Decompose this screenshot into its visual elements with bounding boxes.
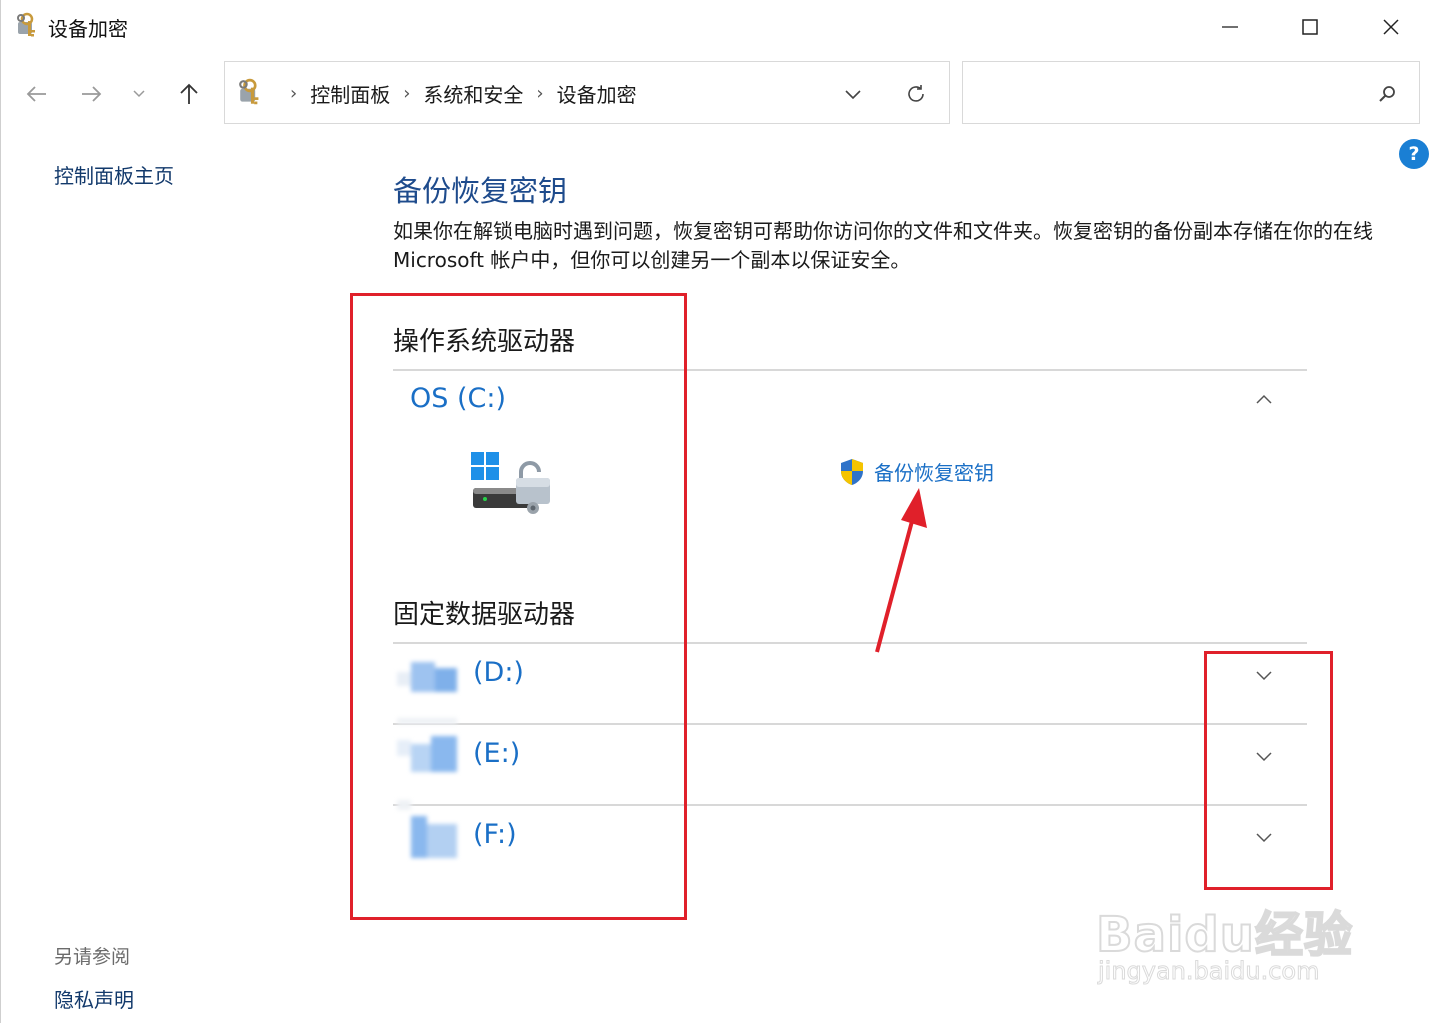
breadcrumb-system-security[interactable]: 系统和安全 [423,79,523,108]
minimize-icon [1222,26,1238,28]
watermark-logo: Baidu经验 [1095,906,1353,964]
page-title: 备份恢复密钥 [393,174,568,208]
close-icon [1383,19,1399,35]
watermark-url: jingyan.baidu.com [1097,957,1320,986]
sidebar-item-control-panel-home[interactable]: 控制面板主页 [54,160,174,189]
maximize-icon [1302,19,1318,35]
search-input[interactable] [962,61,1420,124]
breadcrumb-separator-icon[interactable]: › [403,83,410,104]
breadcrumb-separator-icon[interactable]: › [290,83,297,104]
address-history-button[interactable] [839,80,867,108]
up-button[interactable] [173,78,205,110]
title-bar: 设备加密 [1,0,1430,54]
window-title: 设备加密 [48,17,128,41]
breadcrumb-control-panel[interactable]: 控制面板 [310,79,390,108]
collapse-os-drive-button[interactable] [1251,387,1277,413]
forward-button[interactable] [75,78,107,110]
breadcrumb: › 控制面板 › 系统和安全 › 设备加密 [277,79,637,108]
bitlocker-keys-icon [17,12,35,37]
chevron-up-icon [1256,394,1272,404]
address-bar[interactable]: › 控制面板 › 系统和安全 › 设备加密 [224,61,950,124]
recent-locations-button[interactable] [123,78,155,110]
baidu-watermark: Baidu经验 jingyan.baidu.com [1095,895,1356,995]
search-icon[interactable] [1375,82,1399,106]
annotation-highlight-box [1204,651,1333,890]
arrow-right-icon [82,86,102,102]
back-button[interactable] [21,78,53,110]
breadcrumb-separator-icon[interactable]: › [536,83,543,104]
close-button[interactable] [1351,0,1430,54]
breadcrumb-device-encryption[interactable]: 设备加密 [557,79,637,108]
sidebar-see-also-heading: 另请参阅 [54,946,131,968]
page-description: 如果你在解锁电脑时遇到问题，恢复密钥可帮助你访问你的文件和文件夹。恢复密钥的备份… [393,219,1373,272]
maximize-button[interactable] [1270,0,1350,54]
refresh-icon [908,85,924,102]
chevron-down-icon [133,90,145,98]
bitlocker-keys-icon [239,78,259,105]
chevron-down-icon [845,90,861,100]
control-panel-window: 设备加密 › 控制面板 › 系统和安全 › 设备加密 ? 控制面板主页 另请参阅… [0,0,1430,1023]
annotation-highlight-box [350,293,687,920]
minimize-button[interactable] [1190,0,1270,54]
refresh-button[interactable] [902,80,930,108]
annotation-arrow-icon [875,488,927,653]
help-button[interactable]: ? [1399,139,1429,169]
sidebar-item-privacy-statement[interactable]: 隐私声明 [54,984,134,1013]
arrow-left-icon [26,86,46,102]
arrow-up-icon [180,83,198,104]
